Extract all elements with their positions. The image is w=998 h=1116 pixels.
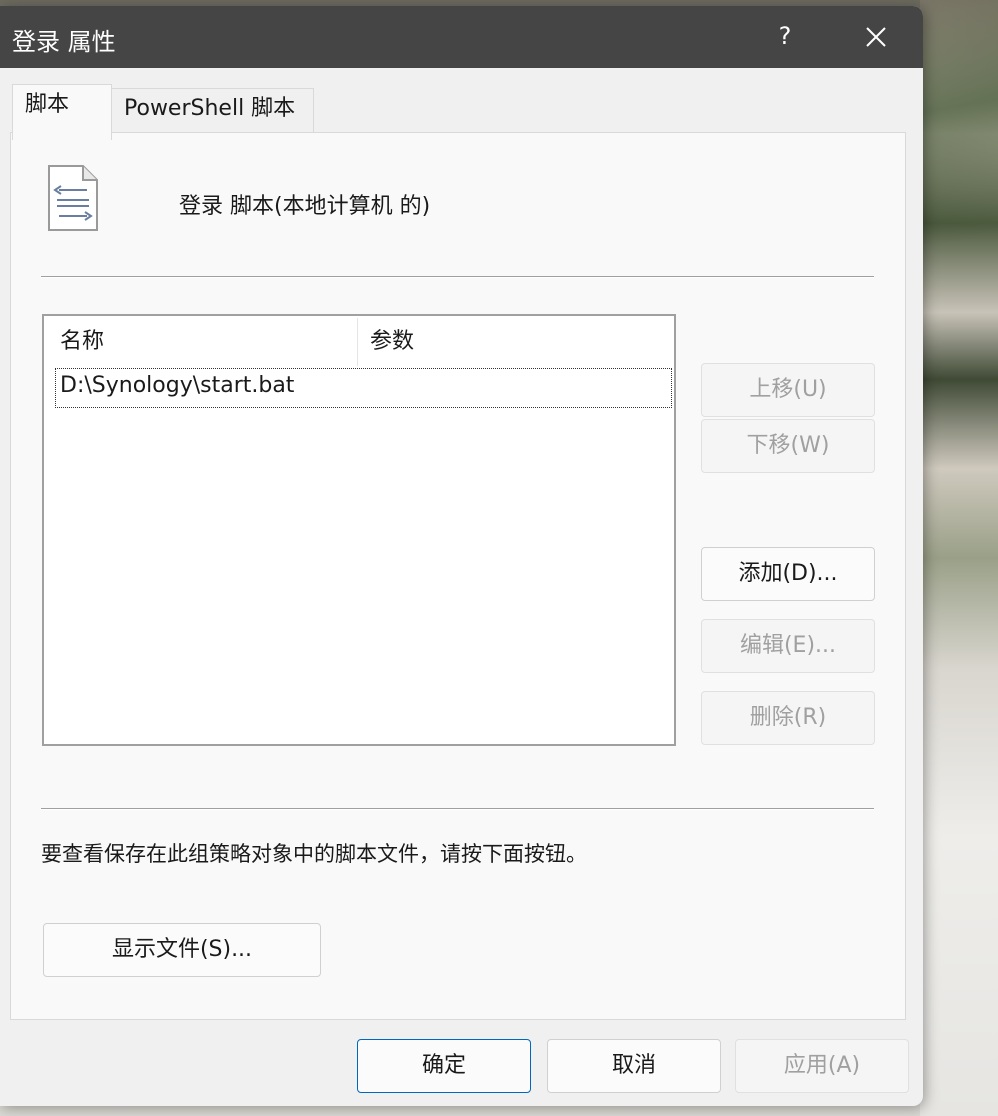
move-up-button[interactable]: 上移(U) (701, 363, 875, 417)
column-header-params[interactable]: 参数 (358, 318, 672, 366)
script-name-cell: D:\Synology\start.bat (60, 373, 295, 398)
window-title: 登录 属性 (12, 28, 116, 56)
show-files-button[interactable]: 显示文件(S)... (43, 923, 321, 977)
divider (41, 276, 874, 278)
desktop-background-photo (920, 0, 998, 1116)
script-list[interactable]: 名称 参数 D:\Synology\start.bat (42, 314, 676, 746)
list-item[interactable]: D:\Synology\start.bat (55, 368, 672, 408)
edit-button[interactable]: 编辑(E)... (701, 619, 875, 673)
info-text: 要查看保存在此组策略对象中的脚本文件，请按下面按钮。 (41, 842, 587, 866)
divider (41, 808, 874, 810)
tab-powershell-scripts[interactable]: PowerShell 脚本 (111, 88, 314, 132)
properties-dialog: 登录 属性 ? PowerShell 脚本 脚本 登录 脚本(本地计算机 的) … (0, 6, 923, 1106)
add-button[interactable]: 添加(D)... (701, 547, 875, 601)
close-icon (866, 27, 886, 47)
delete-button[interactable]: 删除(R) (701, 691, 875, 745)
title-bar[interactable]: 登录 属性 ? (0, 6, 923, 68)
cancel-button[interactable]: 取消 (547, 1039, 721, 1093)
move-down-button[interactable]: 下移(W) (701, 419, 875, 473)
close-button[interactable] (846, 6, 906, 68)
help-button[interactable]: ? (760, 6, 810, 68)
tab-scripts[interactable]: 脚本 (12, 84, 112, 140)
column-header-name[interactable]: 名称 (46, 318, 358, 366)
apply-button[interactable]: 应用(A) (735, 1039, 909, 1093)
ok-button[interactable]: 确定 (357, 1039, 531, 1093)
script-document-icon (48, 165, 98, 231)
scripts-header-label: 登录 脚本(本地计算机 的) (179, 194, 431, 219)
